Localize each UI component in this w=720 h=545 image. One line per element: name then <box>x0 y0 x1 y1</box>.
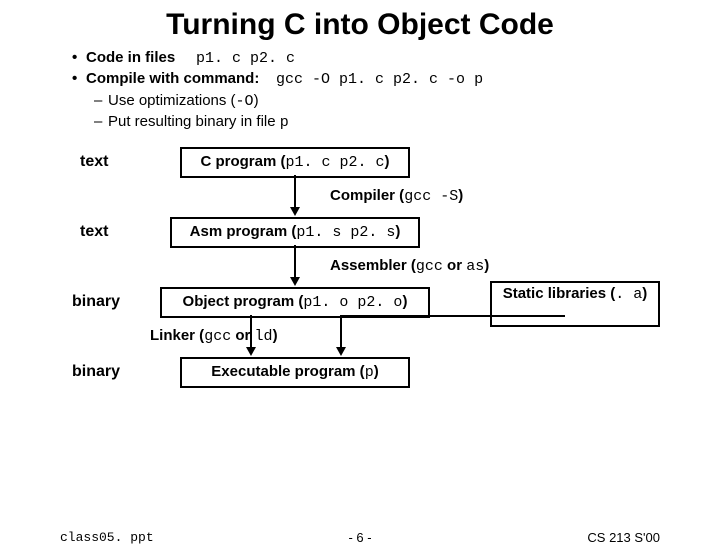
subbullet-binary-file: Put resulting binary in file p <box>72 112 680 133</box>
text: ) <box>402 293 407 310</box>
arrowhead-icon <box>290 277 300 286</box>
arrow-stub2 <box>563 315 565 317</box>
text: ) <box>642 285 647 302</box>
footer-course: CS 213 S'00 <box>587 530 660 545</box>
text: ) <box>385 153 390 170</box>
arrow <box>294 245 296 279</box>
code: p1. s p2. s <box>296 224 395 241</box>
text: Linker ( <box>150 327 204 344</box>
bullet-code-in-files: Code in files p1. c p2. c <box>72 48 680 69</box>
box-asm-program: Asm program (p1. s p2. s) <box>170 217 420 248</box>
code: . a <box>615 286 642 303</box>
text: Assembler ( <box>330 257 416 274</box>
code: p1. c p2. c <box>196 50 295 67</box>
arrowhead-icon <box>336 347 346 356</box>
text: ) <box>254 92 259 109</box>
rowlabel-binary-1: binary <box>72 293 120 311</box>
code: gcc <box>416 258 443 275</box>
label-linker: Linker (gcc or ld) <box>150 327 278 345</box>
text: Executable program ( <box>211 363 364 380</box>
code: ld <box>255 328 273 345</box>
text: or <box>443 257 466 274</box>
slide-title: Turning C into Object Code <box>0 0 720 48</box>
text: ) <box>273 327 278 344</box>
text: ) <box>395 223 400 240</box>
code: p1. o p2. o <box>303 294 402 311</box>
text: C program ( <box>200 153 285 170</box>
text: Object program ( <box>183 293 304 310</box>
text: or <box>231 327 254 344</box>
box-static-libraries: Static libraries (. a) <box>490 281 660 327</box>
text: Compiler ( <box>330 187 404 204</box>
code: -O <box>236 93 254 110</box>
text: ) <box>484 257 489 274</box>
code: gcc -O p1. c p2. c -o p <box>276 71 483 88</box>
text: Put resulting binary in file <box>108 113 280 130</box>
code: p <box>280 114 289 131</box>
arrowhead-icon <box>246 347 256 356</box>
box-executable: Executable program (p) <box>180 357 410 388</box>
code: gcc <box>204 328 231 345</box>
arrowhead-icon <box>290 207 300 216</box>
box-c-program: C program (p1. c p2. c) <box>180 147 410 178</box>
rowlabel-binary-2: binary <box>72 363 120 381</box>
box-object-program: Object program (p1. o p2. o) <box>160 287 430 318</box>
text: ) <box>458 187 463 204</box>
rowlabel-text-1: text <box>80 153 108 171</box>
text: Code in files <box>86 49 179 66</box>
bullet-list: Code in files p1. c p2. c Compile with c… <box>0 48 720 133</box>
label-compiler: Compiler (gcc -S) <box>330 187 463 205</box>
label-assembler: Assembler (gcc or as) <box>330 257 489 275</box>
text: Use optimizations ( <box>108 92 236 109</box>
code: p <box>365 364 374 381</box>
subbullet-optimizations: Use optimizations (-O) <box>72 91 680 112</box>
compilation-diagram: text C program (p1. c p2. c) Compiler (g… <box>0 147 720 457</box>
arrow <box>340 315 342 349</box>
arrow-horizontal <box>340 315 563 317</box>
text: Static libraries ( <box>503 285 616 302</box>
text: ) <box>374 363 379 380</box>
text: Asm program ( <box>190 223 297 240</box>
text: Compile with command: <box>86 70 264 87</box>
rowlabel-text-2: text <box>80 223 108 241</box>
arrow <box>294 175 296 209</box>
code: as <box>466 258 484 275</box>
code: p1. c p2. c <box>285 154 384 171</box>
code: gcc -S <box>404 188 458 205</box>
bullet-compile-command: Compile with command: gcc -O p1. c p2. c… <box>72 69 680 90</box>
